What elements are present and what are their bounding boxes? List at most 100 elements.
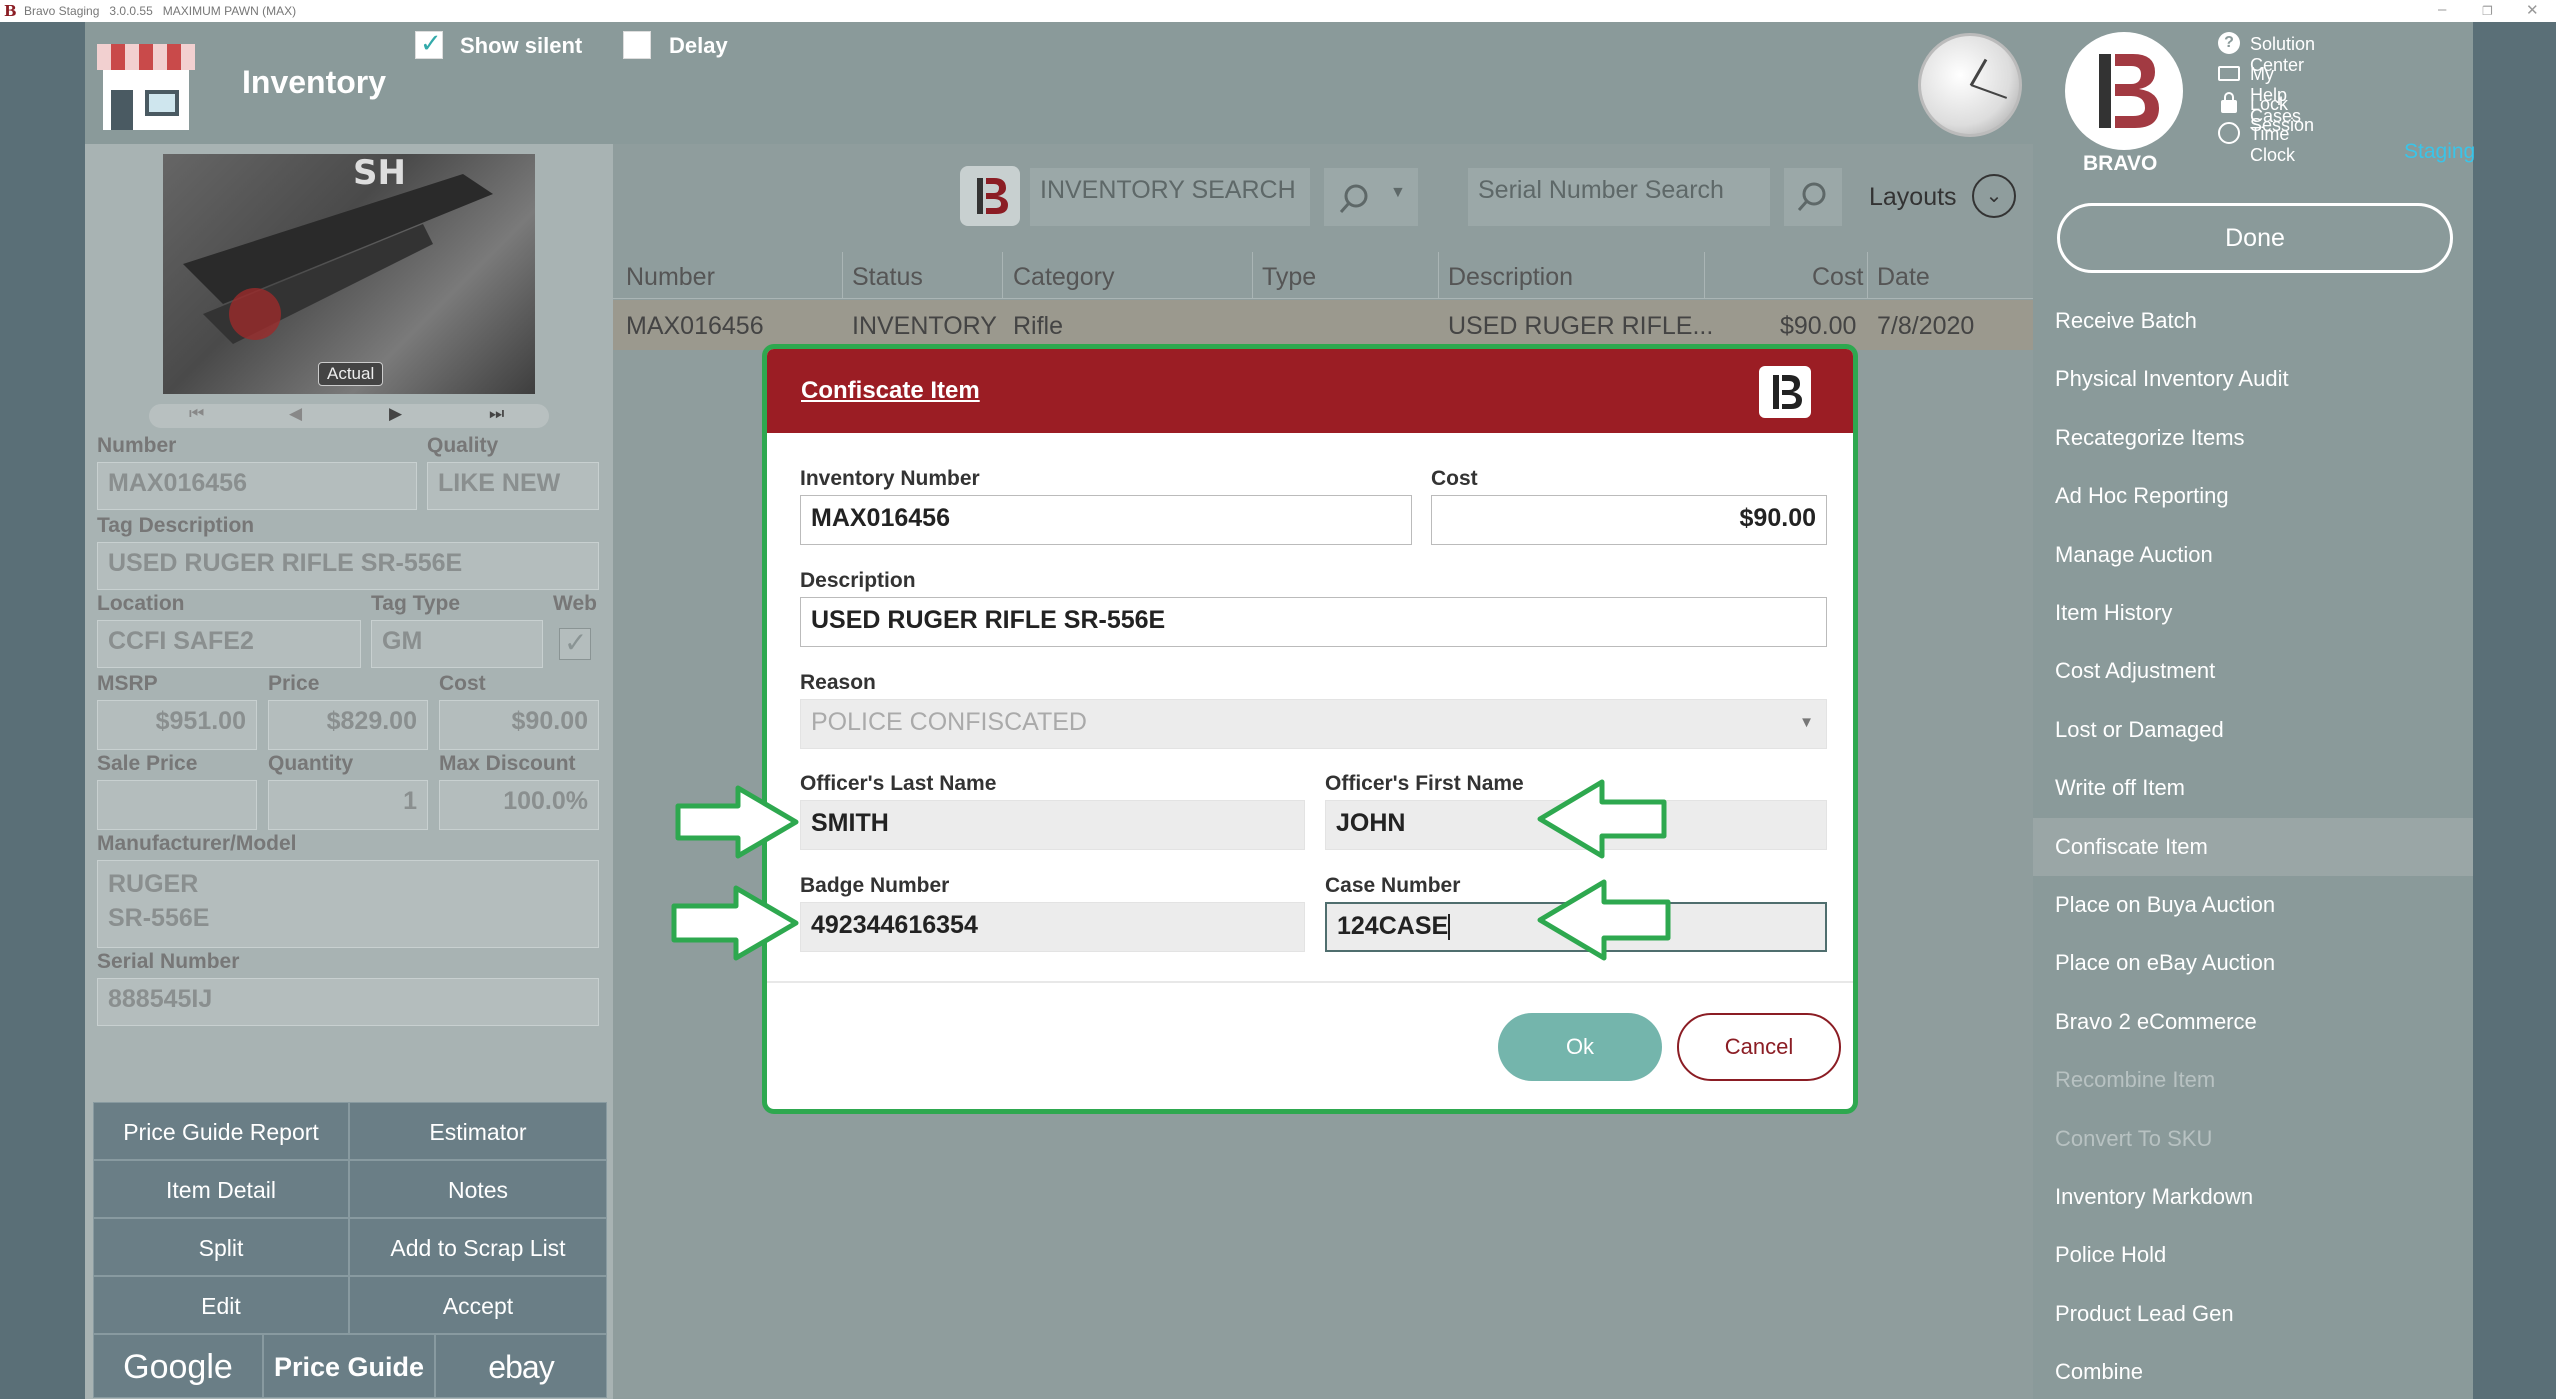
col-cost[interactable]: Cost	[1812, 263, 1863, 292]
menu-combine[interactable]: Combine	[2055, 1359, 2143, 1385]
menu-manage-auction[interactable]: Manage Auction	[2055, 542, 2213, 568]
menu-police-hold[interactable]: Police Hold	[2055, 1242, 2166, 1268]
next-photo-icon[interactable]: ▶	[389, 404, 402, 424]
row-category: Rifle	[1013, 312, 1064, 340]
menu-recategorize-items[interactable]: Recategorize Items	[2055, 425, 2245, 451]
ebay-button[interactable]: ebay	[435, 1334, 607, 1398]
close-icon[interactable]: ✕	[2526, 1, 2539, 19]
web-checkbox[interactable]: ✓	[559, 627, 591, 660]
minimize-icon[interactable]: –	[2438, 1, 2446, 18]
layouts-dropdown-button[interactable]: ⌄	[1972, 174, 2016, 218]
col-description[interactable]: Description	[1448, 263, 1573, 292]
add-to-scrap-list-button[interactable]: Add to Scrap List	[349, 1218, 607, 1276]
price-field[interactable]: $829.00	[268, 700, 428, 750]
inventory-search-input[interactable]: INVENTORY SEARCH	[1030, 168, 1310, 226]
sale-price-field[interactable]	[97, 780, 257, 830]
col-number[interactable]: Number	[626, 263, 715, 292]
officer-last-name-field[interactable]: SMITH	[800, 800, 1305, 850]
menu-inventory-markdown[interactable]: Inventory Markdown	[2055, 1184, 2253, 1210]
inventory-search-button[interactable]: ▼	[1324, 168, 1418, 226]
item-photo[interactable]: SH Actual	[163, 154, 535, 394]
reason-value: POLICE CONFISCATED	[811, 708, 1087, 736]
row-number: MAX016456	[626, 312, 764, 340]
menu-confiscate-item[interactable]: Confiscate Item	[2055, 834, 2208, 860]
cancel-button[interactable]: Cancel	[1677, 1013, 1841, 1081]
quality-label: Quality	[427, 434, 499, 457]
action-menu: BRAVO Staging ? Solution Center My Help …	[2033, 22, 2475, 1399]
col-type[interactable]: Type	[1262, 263, 1316, 292]
col-category[interactable]: Category	[1013, 263, 1114, 292]
menu-ad-hoc-reporting[interactable]: Ad Hoc Reporting	[2055, 483, 2229, 509]
prev-photo-icon[interactable]: ◀	[289, 404, 302, 424]
question-icon: ?	[2218, 32, 2240, 54]
description-field[interactable]: USED RUGER RIFLE SR-556E	[800, 597, 1827, 647]
menu-item-history[interactable]: Item History	[2055, 600, 2172, 626]
number-field[interactable]: MAX016456	[97, 462, 417, 510]
reason-select[interactable]: POLICE CONFISCATED ▼	[800, 699, 1827, 749]
col-status[interactable]: Status	[852, 263, 923, 292]
serial-number-field[interactable]: 888545IJ	[97, 978, 599, 1026]
manufacturer-model-field[interactable]: RUGER SR-556E	[97, 860, 599, 948]
bravo-b-icon	[2099, 54, 2159, 128]
bravo-search-logo-icon[interactable]	[960, 166, 1020, 226]
dialog-cost-field[interactable]: $90.00	[1431, 495, 1827, 545]
restore-icon[interactable]: ❐	[2482, 4, 2493, 18]
max-discount-field[interactable]: 100.0%	[439, 780, 599, 830]
msrp-field[interactable]: $951.00	[97, 700, 257, 750]
menu-lost-or-damaged[interactable]: Lost or Damaged	[2055, 717, 2224, 743]
arrow-left-icon	[1537, 879, 1671, 961]
edit-button[interactable]: Edit	[93, 1276, 349, 1334]
menu-cost-adjustment[interactable]: Cost Adjustment	[2055, 658, 2215, 684]
tag-type-label: Tag Type	[371, 592, 461, 615]
menu-physical-inventory-audit[interactable]: Physical Inventory Audit	[2055, 366, 2289, 392]
chevron-down-icon: ⌄	[1985, 185, 2003, 207]
menu-place-on-buya-auction[interactable]: Place on Buya Auction	[2055, 892, 2275, 918]
first-photo-icon[interactable]: ⏮	[189, 404, 204, 424]
ok-button[interactable]: Ok	[1498, 1013, 1662, 1081]
menu-write-off-item[interactable]: Write off Item	[2055, 775, 2185, 801]
last-photo-icon[interactable]: ⏭	[489, 404, 504, 424]
column-divider	[1704, 252, 1705, 298]
col-date[interactable]: Date	[1877, 263, 1930, 292]
column-divider	[1867, 252, 1868, 298]
inventory-number-field[interactable]: MAX016456	[800, 495, 1412, 545]
tag-description-field[interactable]: USED RUGER RIFLE SR-556E	[97, 542, 599, 590]
menu-product-lead-gen[interactable]: Product Lead Gen	[2055, 1301, 2234, 1327]
serial-number-search-input[interactable]: Serial Number Search	[1468, 168, 1770, 226]
chevron-down-icon: ▼	[1390, 184, 1406, 201]
tag-type-field[interactable]: GM	[371, 620, 543, 668]
delay-checkbox[interactable]	[623, 31, 651, 59]
badge-number-field[interactable]: 492344616354	[800, 902, 1305, 952]
price-guide-report-button[interactable]: Price Guide Report	[93, 1102, 349, 1160]
menu-receive-batch[interactable]: Receive Batch	[2055, 308, 2197, 334]
reason-label: Reason	[800, 671, 876, 694]
inventory-number-label: Inventory Number	[800, 467, 980, 490]
split-button[interactable]: Split	[93, 1218, 349, 1276]
menu-bravo-2-ecommerce[interactable]: Bravo 2 eCommerce	[2055, 1009, 2257, 1035]
show-silent-checkbox[interactable]: ✓	[415, 28, 443, 59]
quality-field[interactable]: LIKE NEW	[427, 462, 599, 510]
chevron-down-icon: ▼	[1799, 714, 1814, 731]
location-field[interactable]: CCFI SAFE2	[97, 620, 361, 668]
location-label: Location	[97, 592, 185, 615]
notes-button[interactable]: Notes	[349, 1160, 607, 1218]
cost-field[interactable]: $90.00	[439, 700, 599, 750]
photo-badge: Actual	[318, 362, 384, 386]
layouts-label: Layouts	[1869, 183, 1957, 211]
menu-convert-to-sku: Convert To SKU	[2055, 1126, 2213, 1151]
done-button[interactable]: Done	[2057, 203, 2453, 273]
item-detail-button[interactable]: Item Detail	[93, 1160, 349, 1218]
quantity-label: Quantity	[268, 752, 354, 775]
tag-description-label: Tag Description	[97, 514, 255, 537]
page-header: Inventory ✓ Show silent Delay	[85, 22, 2033, 144]
arrow-left-icon	[1537, 779, 1667, 859]
price-guide-button[interactable]: Price Guide	[263, 1334, 435, 1398]
google-button[interactable]: Google	[93, 1334, 263, 1398]
quantity-field[interactable]: 1	[268, 780, 428, 830]
menu-place-on-ebay-auction[interactable]: Place on eBay Auction	[2055, 950, 2275, 976]
accept-button[interactable]: Accept	[349, 1276, 607, 1334]
serial-search-button[interactable]	[1784, 168, 1842, 226]
estimator-button[interactable]: Estimator	[349, 1102, 607, 1160]
model-text: SR-556E	[108, 904, 210, 932]
manufacturer-text: RUGER	[108, 870, 199, 898]
